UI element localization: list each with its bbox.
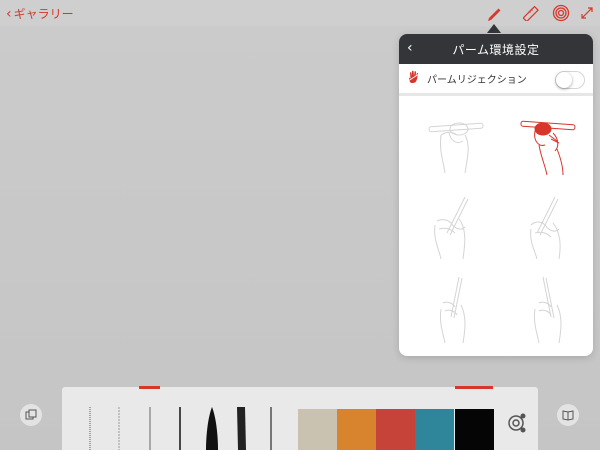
popover-arrow	[487, 24, 501, 33]
popover-title: パーム環境設定	[452, 42, 540, 57]
chevron-left-icon[interactable]: ‹	[407, 40, 413, 56]
color-swatch-red[interactable]	[376, 409, 415, 450]
book-button[interactable]	[557, 404, 579, 426]
grip-option-upright-right[interactable]	[513, 273, 583, 344]
expand-icon[interactable]	[578, 4, 596, 22]
color-picker-icon[interactable]	[506, 412, 528, 434]
palm-settings-popover: ‹ パーム環境設定 パームリジェクション	[399, 34, 593, 356]
book-icon	[562, 410, 574, 421]
grip-option-overhand-right-selected[interactable]	[513, 105, 583, 176]
layers-icon	[25, 409, 37, 420]
layers-button[interactable]	[20, 404, 42, 426]
brush-selection-indicator	[139, 386, 160, 389]
back-label: ギャラリー	[13, 7, 74, 21]
color-swatch-orange[interactable]	[337, 409, 376, 450]
pencil-icon[interactable]	[485, 4, 503, 22]
hand-icon	[407, 69, 421, 88]
color-swatch-teal[interactable]	[415, 409, 454, 450]
color-selection-indicator	[455, 386, 493, 389]
chevron-left-icon: ‹	[6, 5, 12, 22]
color-swatch-beige[interactable]	[298, 409, 337, 450]
grip-option-tripod-left[interactable]	[421, 189, 491, 260]
toggle-knob	[556, 72, 572, 88]
palm-rejection-label: パームリジェクション	[427, 75, 527, 86]
color-swatch-black[interactable]	[455, 409, 494, 450]
grip-option-tripod-right[interactable]	[513, 189, 583, 260]
grip-option-overhand-left[interactable]	[421, 105, 491, 175]
back-to-gallery-button[interactable]: ‹ ギャラリー	[6, 5, 74, 22]
top-bar: ‹ ギャラリー	[0, 0, 600, 26]
palm-rejection-toggle[interactable]	[555, 71, 585, 89]
ruler-icon[interactable]	[522, 4, 540, 22]
popover-header: ‹ パーム環境設定	[399, 34, 593, 64]
target-icon[interactable]	[552, 4, 570, 22]
grip-option-upright-left[interactable]	[421, 273, 491, 344]
brush-set[interactable]	[82, 405, 302, 450]
palm-rejection-row: パームリジェクション	[399, 64, 593, 96]
grip-options	[399, 99, 593, 356]
